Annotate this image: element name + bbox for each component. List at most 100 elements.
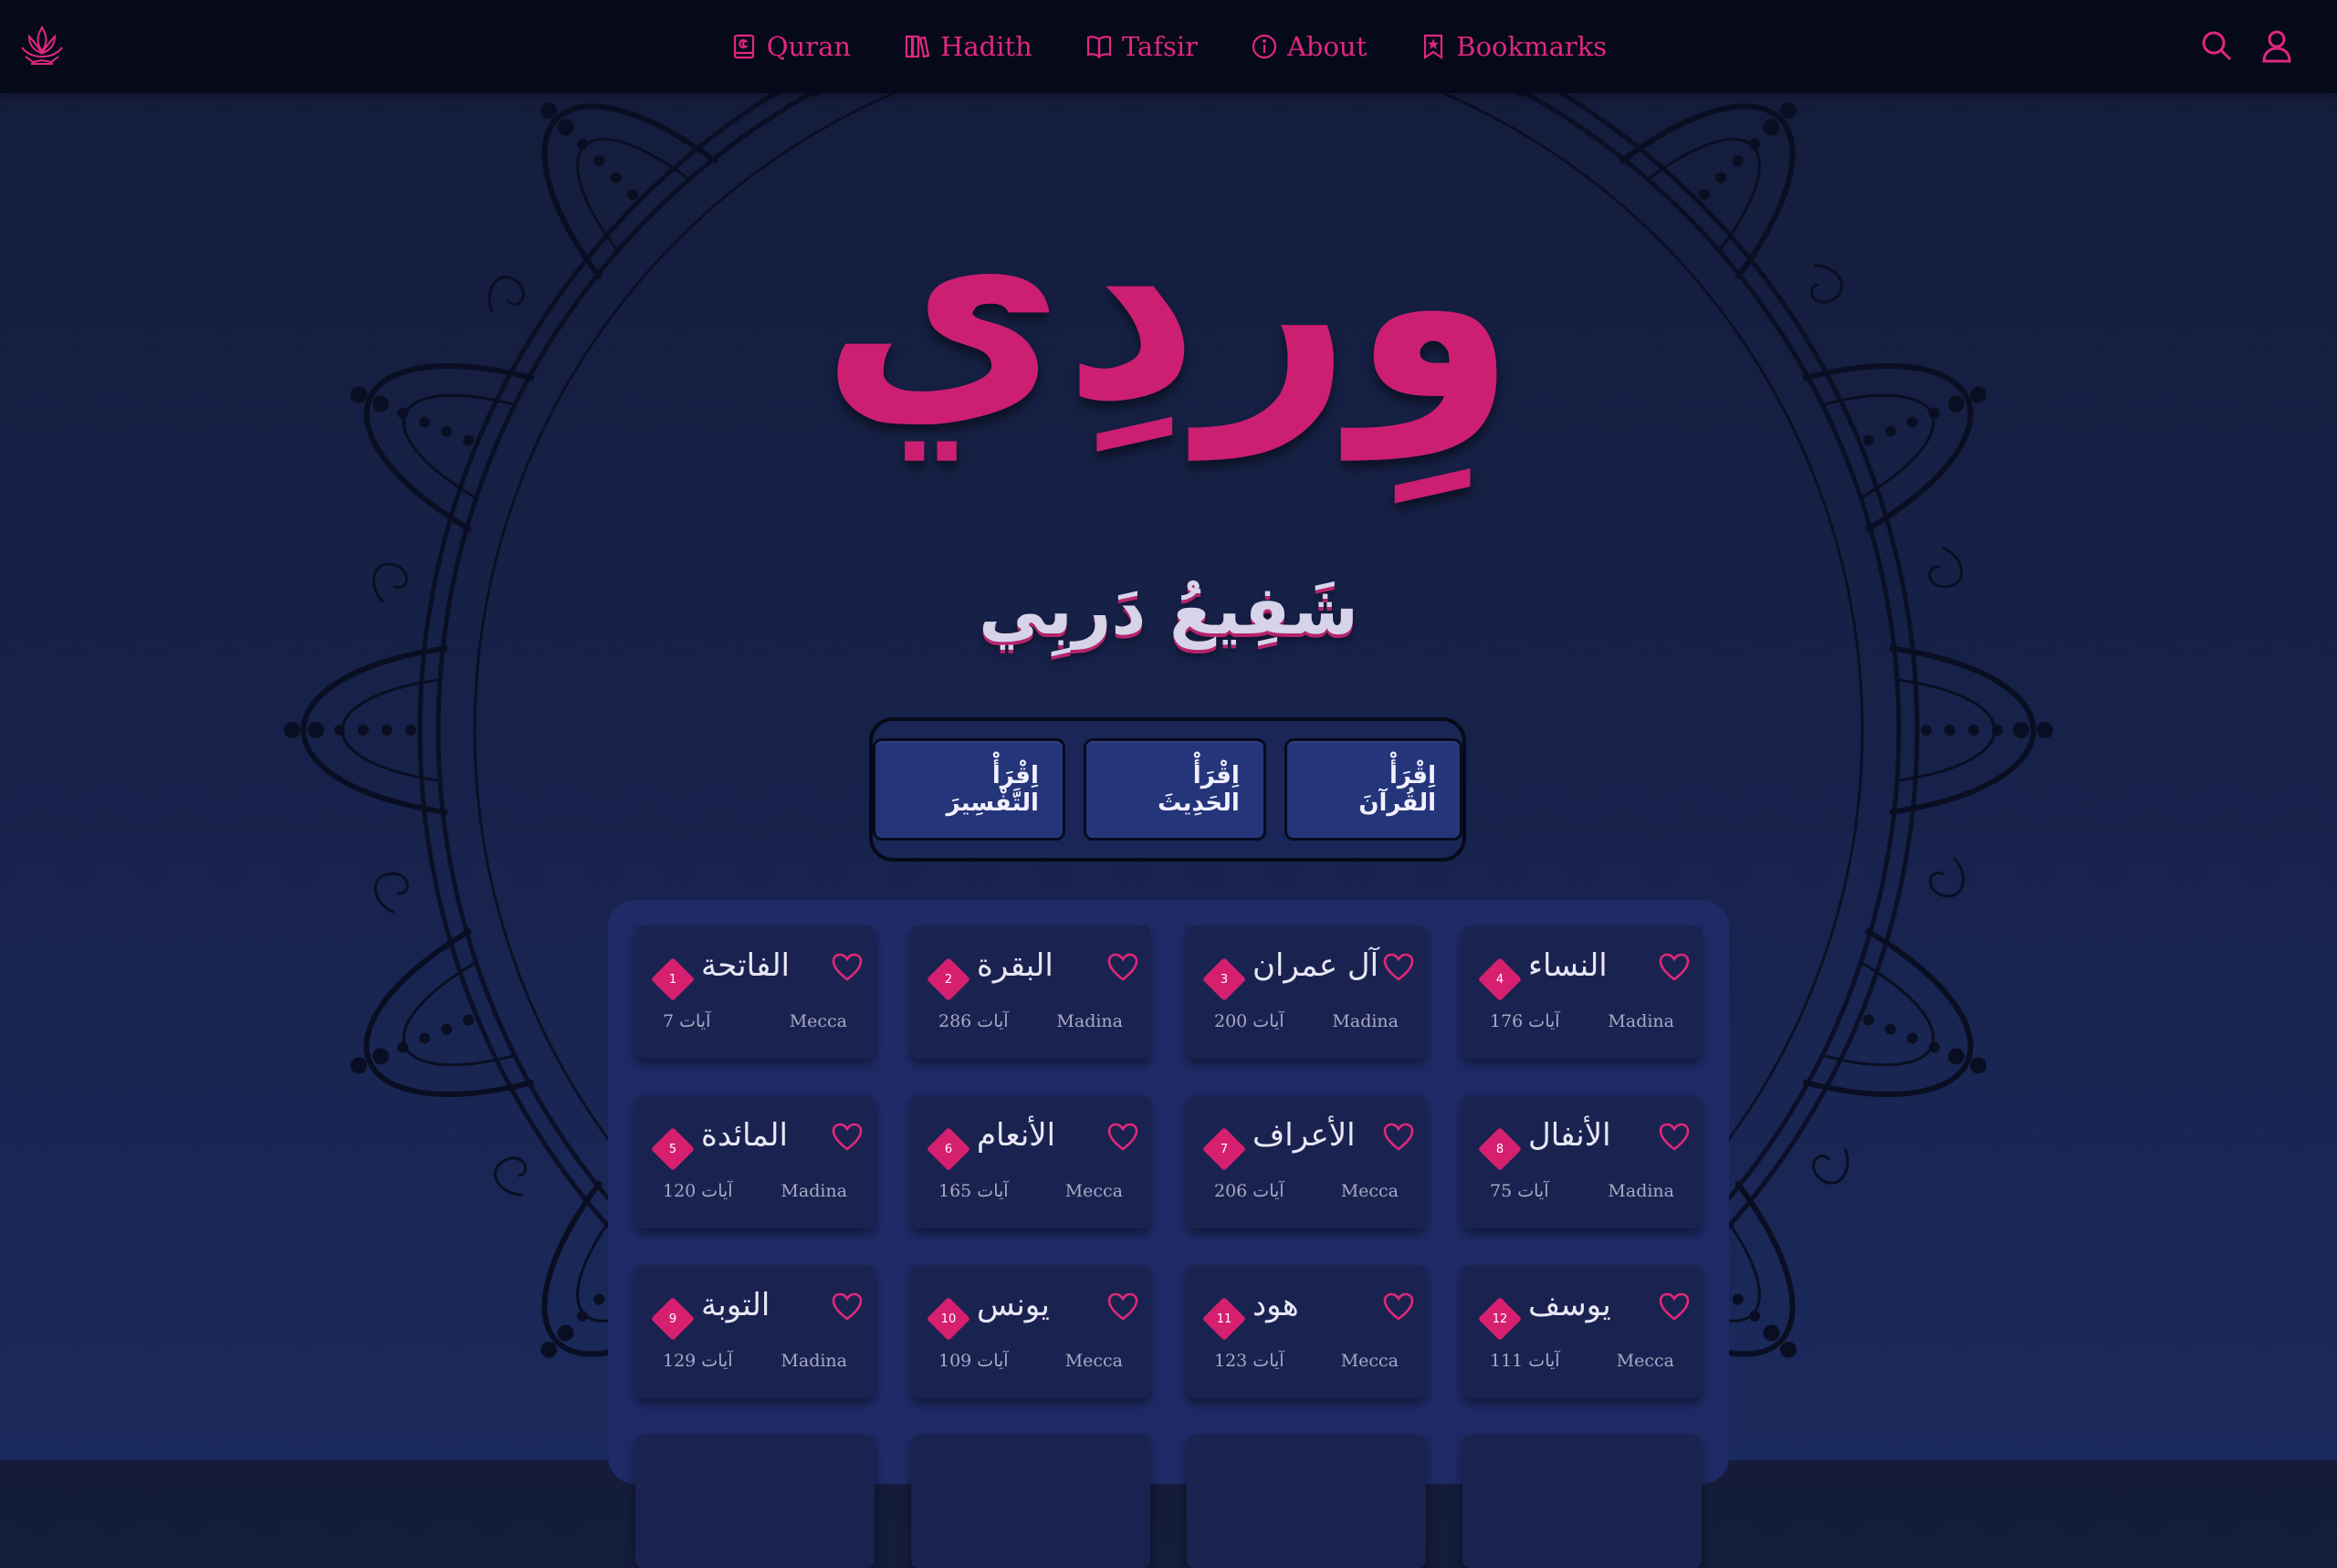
surah-card[interactable]: 9 التوبة آيات 129 Madina (635, 1265, 875, 1398)
bookmark-icon (1424, 34, 1443, 60)
surah-ayat-count: آيات 7 (663, 1011, 711, 1031)
surah-card[interactable]: 7 الأعراف آيات 206 Mecca (1187, 1095, 1426, 1228)
surah-ayat-count: آيات 75 (1490, 1181, 1549, 1201)
surah-card[interactable] (911, 1435, 1150, 1568)
surah-name: يونس (977, 1287, 1050, 1323)
surah-revelation-place: Madina (1608, 1181, 1674, 1201)
quran-book-icon (733, 34, 754, 59)
surah-revelation-place: Madina (1608, 1011, 1674, 1031)
surah-card[interactable]: 3 آل عمران آيات 200 Madina (1187, 925, 1426, 1059)
surah-ayat-count: آيات 176 (1490, 1011, 1560, 1031)
heart-icon[interactable] (1658, 1292, 1691, 1322)
surah-number: 12 (1492, 1312, 1508, 1326)
surah-name: الأنعام (977, 1117, 1056, 1154)
surah-name: هود (1252, 1287, 1299, 1323)
surah-name: يوسف (1528, 1287, 1611, 1323)
surah-ayat-count: آيات 165 (938, 1181, 1009, 1201)
surah-card[interactable]: 5 المائدة آيات 120 Madina (635, 1095, 875, 1228)
read-actions-group: اِقْرَأْ القُرآنَ اِقْرَأْ الحَدِيثَ اِق… (869, 717, 1466, 862)
surah-card[interactable]: 11 هود آيات 123 Mecca (1187, 1265, 1426, 1398)
surah-name: البقرة (977, 947, 1053, 984)
heart-icon[interactable] (1106, 1292, 1139, 1322)
surah-revelation-place: Mecca (1340, 1351, 1399, 1371)
surah-card[interactable]: 4 النساء آيات 176 Madina (1462, 925, 1702, 1059)
surah-name: النساء (1528, 947, 1608, 984)
surah-ayat-count: آيات 120 (663, 1181, 733, 1201)
surah-revelation-place: Mecca (1064, 1181, 1123, 1201)
surah-revelation-place: Mecca (789, 1011, 847, 1031)
heart-icon[interactable] (1382, 1123, 1415, 1152)
surah-revelation-place: Mecca (1340, 1181, 1399, 1201)
heart-icon[interactable] (831, 953, 864, 982)
surah-number: 11 (1216, 1312, 1232, 1326)
surah-number: 5 (668, 1142, 677, 1156)
heart-icon[interactable] (1106, 1123, 1139, 1152)
surah-name: المائدة (701, 1117, 788, 1154)
info-icon (1252, 34, 1277, 59)
surah-number: 6 (944, 1142, 953, 1156)
surah-ayat-count: آيات 109 (938, 1351, 1009, 1371)
surah-revelation-place: Madina (781, 1181, 847, 1201)
surah-ayat-count: آيات 111 (1490, 1351, 1560, 1371)
surah-card[interactable] (1462, 1435, 1702, 1568)
heart-icon[interactable] (831, 1292, 864, 1322)
top-navigation-bar: Quran Hadith Tafsir About Bookmarks (0, 0, 2337, 93)
open-book-icon (1086, 36, 1111, 59)
heart-icon[interactable] (1658, 953, 1691, 982)
surah-number: 2 (944, 972, 953, 987)
surah-name: الأنفال (1528, 1117, 1611, 1154)
app-logo-title: وِردِي (821, 152, 1516, 459)
surah-revelation-place: Mecca (1616, 1351, 1674, 1371)
nav-label-tafsir: Tafsir (1121, 31, 1198, 62)
nav-item-tafsir[interactable]: Tafsir (1085, 31, 1198, 62)
nav-label-bookmarks: Bookmarks (1456, 31, 1608, 62)
read-quran-button[interactable]: اِقْرَأْ القُرآنَ (1284, 738, 1462, 841)
surah-name: الفاتحة (701, 947, 791, 984)
surah-revelation-place: Madina (1056, 1011, 1123, 1031)
surah-number: 7 (1220, 1142, 1229, 1156)
heart-icon[interactable] (1658, 1123, 1691, 1152)
nav-item-about[interactable]: About (1251, 31, 1367, 62)
app-tagline: شَفِيعُ دَربِي (979, 571, 1358, 650)
nav-label-about: About (1286, 31, 1368, 62)
surah-number: 3 (1220, 972, 1229, 987)
main-nav: Quran Hadith Tafsir About Bookmarks (0, 0, 2337, 93)
surah-number: 1 (668, 972, 677, 987)
search-icon[interactable] (2198, 27, 2235, 64)
surah-card[interactable]: 12 يوسف آيات 111 Mecca (1462, 1265, 1702, 1398)
heart-icon[interactable] (1382, 1292, 1415, 1322)
nav-item-bookmarks[interactable]: Bookmarks (1420, 31, 1607, 62)
surah-card[interactable] (635, 1435, 875, 1568)
nav-label-hadith: Hadith (940, 31, 1032, 62)
surah-card[interactable] (1187, 1435, 1426, 1568)
surah-list-panel: 1 الفاتحة آيات 7 Mecca 2 البقرة آيات 286 Madina… (608, 900, 1729, 1568)
read-hadith-button[interactable]: اِقْرَأْ الحَدِيثَ (1083, 738, 1266, 841)
surah-number: 10 (940, 1312, 957, 1326)
read-tafsir-button[interactable]: اِقْرَأْ التَّفْسِيرَ (873, 738, 1065, 841)
surah-card[interactable]: 10 يونس آيات 109 Mecca (911, 1265, 1150, 1398)
surah-number: 8 (1495, 1142, 1504, 1156)
heart-icon[interactable] (1382, 953, 1415, 982)
surah-name: الأعراف (1252, 1117, 1356, 1154)
surah-card[interactable]: 1 الفاتحة آيات 7 Mecca (635, 925, 875, 1059)
heart-icon[interactable] (831, 1123, 864, 1152)
surah-name: آل عمران (1252, 947, 1379, 984)
nav-item-quran[interactable]: Quran (730, 31, 851, 62)
surah-number: 4 (1495, 972, 1504, 987)
surah-ayat-count: آيات 286 (938, 1011, 1009, 1031)
surah-card[interactable]: 8 الأنفال آيات 75 Madina (1462, 1095, 1702, 1228)
surah-card[interactable]: 6 الأنعام آيات 165 Mecca (911, 1095, 1150, 1228)
nav-label-quran: Quran (766, 31, 852, 62)
nav-item-hadith[interactable]: Hadith (904, 31, 1032, 62)
surah-name: التوبة (701, 1287, 770, 1323)
surah-revelation-place: Madina (781, 1351, 847, 1371)
books-icon (905, 35, 930, 58)
user-icon[interactable] (2258, 27, 2295, 64)
surah-card[interactable]: 2 البقرة آيات 286 Madina (911, 925, 1150, 1059)
surah-ayat-count: آيات 206 (1214, 1181, 1284, 1201)
surah-revelation-place: Mecca (1064, 1351, 1123, 1371)
surah-revelation-place: Madina (1332, 1011, 1399, 1031)
surah-number: 9 (668, 1312, 677, 1326)
surah-ayat-count: آيات 200 (1214, 1011, 1284, 1031)
heart-icon[interactable] (1106, 953, 1139, 982)
